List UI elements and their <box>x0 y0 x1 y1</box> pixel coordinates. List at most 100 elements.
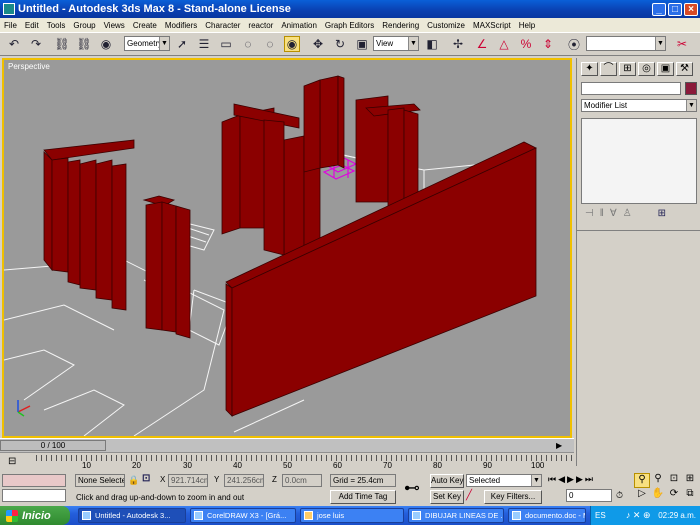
named-selection-sets-dropdown[interactable]: ▼ <box>586 36 666 51</box>
mini-curve-editor-icon[interactable]: ⊟ <box>8 456 16 467</box>
field-of-view-icon[interactable]: ▷ <box>634 488 650 503</box>
app-icon[interactable] <box>3 3 15 15</box>
menu-modifiers[interactable]: Modifiers <box>161 21 201 30</box>
rectangular-selection-icon[interactable]: ▭ <box>218 36 234 52</box>
maximize-viewport-icon[interactable]: ⧉ <box>682 488 698 503</box>
utilities-tab-icon[interactable]: ⚒ <box>676 62 693 76</box>
menu-reactor[interactable]: reactor <box>244 21 277 30</box>
start-button[interactable]: Inicio <box>0 506 70 525</box>
make-unique-icon[interactable]: ∀ <box>610 208 617 224</box>
select-and-link-icon[interactable]: ⛓ <box>54 36 70 52</box>
arc-rotate-icon[interactable]: ⟳ <box>666 488 682 503</box>
time-configuration-icon[interactable]: ⏱ <box>616 490 623 501</box>
maxscript-input-mini[interactable] <box>2 489 66 502</box>
zoom-extents-all-icon[interactable]: ⊞ <box>682 473 698 488</box>
hierarchy-tab-icon[interactable]: ⊞ <box>619 62 636 76</box>
menu-file[interactable]: File <box>0 21 21 30</box>
display-tab-icon[interactable]: ▣ <box>657 62 674 76</box>
tray-icons[interactable]: ♪ ✕ ⊕ <box>626 510 651 520</box>
percent-snap-icon[interactable]: % <box>518 36 534 52</box>
perspective-viewport[interactable]: Perspective <box>2 58 572 438</box>
reference-coordinate-dropdown[interactable]: View ▼ <box>373 36 419 51</box>
go-to-end-icon[interactable]: ⏭ <box>585 474 593 488</box>
y-coordinate-field[interactable]: 241.256cm <box>224 474 264 487</box>
select-manipulate-icon[interactable]: ✢ <box>450 36 466 52</box>
menu-maxscript[interactable]: MAXScript <box>469 21 515 30</box>
language-indicator[interactable]: ES <box>591 511 606 520</box>
menu-group[interactable]: Group <box>69 21 99 30</box>
time-slider[interactable]: 0 / 100 ▶ <box>0 438 574 452</box>
absolute-mode-icon[interactable]: ⊡ <box>142 473 150 484</box>
edit-named-selection-icon[interactable]: ⦿ <box>566 36 582 52</box>
create-tab-icon[interactable]: ✦ <box>581 62 598 76</box>
window-crossing-icon[interactable]: ◌ <box>240 36 256 52</box>
current-frame-field[interactable]: 0 <box>566 489 612 502</box>
configure-modifier-sets-icon[interactable]: ⊞ <box>658 208 666 224</box>
object-color-swatch[interactable] <box>685 82 697 95</box>
menu-rendering[interactable]: Rendering <box>378 21 423 30</box>
pivot-center-icon[interactable]: ◧ <box>424 36 440 52</box>
object-name-field[interactable] <box>581 82 681 95</box>
next-frame-icon[interactable]: ▶ <box>556 441 562 450</box>
auto-key-button[interactable]: Auto Key <box>430 474 464 488</box>
z-coordinate-field[interactable]: 0.0cm <box>282 474 322 487</box>
zoom-extents-icon[interactable]: ⊡ <box>666 473 682 488</box>
lock-icon[interactable]: 🔒 <box>128 475 139 486</box>
menu-graph-editors[interactable]: Graph Editors <box>321 21 378 30</box>
select-object-icon[interactable]: ➚ <box>174 36 190 52</box>
time-slider-thumb[interactable]: 0 / 100 <box>0 440 106 451</box>
remove-modifier-icon[interactable]: ♙ <box>623 208 632 224</box>
move-icon[interactable]: ✥ <box>310 36 326 52</box>
taskbar-item-word[interactable]: documento.doc - Mic... <box>508 508 586 523</box>
selection-filter-dropdown[interactable]: Geometry ▼ <box>124 36 170 51</box>
taskbar-item-folder[interactable]: jose luis <box>300 508 404 523</box>
taskbar-item-3dsmax[interactable]: Untitled - Autodesk 3... <box>78 508 186 523</box>
key-filters-button[interactable]: Key Filters... <box>484 490 542 504</box>
menu-edit[interactable]: Edit <box>21 21 43 30</box>
menu-create[interactable]: Create <box>129 21 161 30</box>
spinner-snap-icon[interactable]: ⇕ <box>540 36 556 52</box>
menu-tools[interactable]: Tools <box>43 21 70 30</box>
play-icon[interactable]: ▶ <box>567 474 574 488</box>
key-icon[interactable]: ⊷ <box>404 478 420 498</box>
close-button[interactable]: × <box>684 2 698 16</box>
menu-customize[interactable]: Customize <box>423 21 469 30</box>
taskbar-item-dibujar[interactable]: DIBUJAR LINEAS DE ... <box>408 508 504 523</box>
maxscript-listener-mini[interactable] <box>2 474 66 487</box>
bind-to-space-warp-icon[interactable]: ◉ <box>98 36 114 52</box>
modifier-list-dropdown[interactable]: Modifier List ▼ <box>581 99 697 112</box>
x-coordinate-field[interactable]: 921.714cm <box>168 474 208 487</box>
previous-frame-icon[interactable]: ◀ <box>558 474 565 488</box>
menu-character[interactable]: Character <box>201 21 244 30</box>
angle-snap-icon[interactable]: △ <box>496 36 512 52</box>
scale-icon[interactable]: ▣ <box>354 36 370 52</box>
select-and-move-icon[interactable]: ◌ <box>262 36 278 52</box>
go-to-start-icon[interactable]: ⏮ <box>548 474 556 488</box>
unlink-selection-icon[interactable]: ⛓ <box>76 36 92 52</box>
select-by-name-icon[interactable]: ☰ <box>196 36 212 52</box>
key-mode-dropdown[interactable]: Selected ▼ <box>466 474 542 487</box>
pin-stack-icon[interactable]: ⊣ <box>585 208 594 224</box>
clock[interactable]: 02:29 a.m. <box>658 506 696 525</box>
redo-icon[interactable]: ↷ <box>28 36 44 52</box>
menu-help[interactable]: Help <box>515 21 539 30</box>
minimize-button[interactable]: _ <box>652 2 666 16</box>
menu-animation[interactable]: Animation <box>277 21 321 30</box>
motion-tab-icon[interactable]: ◎ <box>638 62 655 76</box>
snap-toggle-icon[interactable]: ∠ <box>474 36 490 52</box>
taskbar-item-coreldraw[interactable]: CorelDRAW X3 - [Grá... <box>190 508 296 523</box>
track-bar[interactable]: ⊟ 10 20 30 40 50 60 70 80 90 100 <box>0 452 574 472</box>
show-end-result-icon[interactable]: ‖ <box>600 208 604 224</box>
modify-tab-icon[interactable]: ⌒ <box>600 62 617 76</box>
pan-icon[interactable]: ✋ <box>650 488 666 503</box>
next-frame-icon[interactable]: ▶ <box>576 474 583 488</box>
add-time-tag-button[interactable]: Add Time Tag <box>330 490 396 504</box>
mirror-icon[interactable]: ✂ <box>674 36 690 52</box>
undo-icon[interactable]: ↶ <box>6 36 22 52</box>
zoom-icon[interactable]: ⚲ <box>634 473 650 488</box>
zoom-all-icon[interactable]: ⚲ <box>650 473 666 488</box>
menu-views[interactable]: Views <box>100 21 129 30</box>
default-in-out-tangents-icon[interactable]: ╱ <box>466 490 480 504</box>
set-key-button[interactable]: Set Key <box>430 490 464 504</box>
select-and-manipulate-icon[interactable]: ◉ <box>284 36 300 52</box>
